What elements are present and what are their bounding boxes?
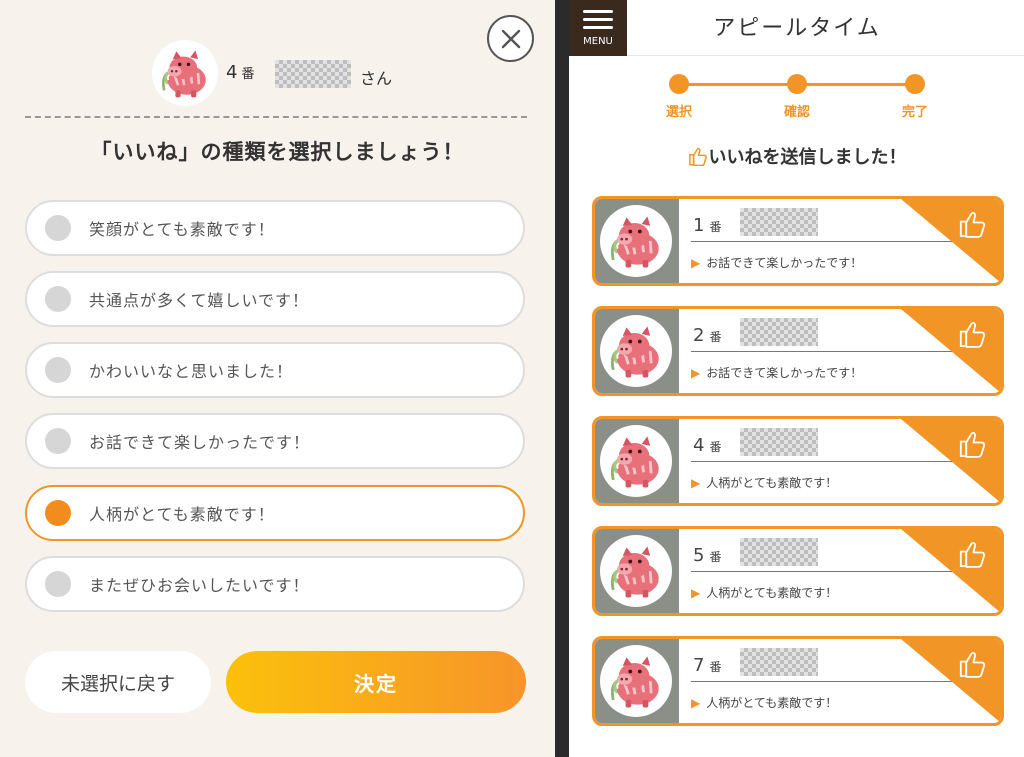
like-card[interactable]: 7番 ▶ 人柄がとても素敵です！ [592,636,1004,726]
card-number: 2番 [693,325,722,346]
participant-number: 4番 [226,62,255,83]
header-bar: MENU アピールタイム [569,0,1024,56]
option-5[interactable]: またぜひお会いしたいです！ [25,556,525,612]
appeal-time-panel: MENU アピールタイム 選択 確認 完了 いいねを送信しました！ 1番 ▶ お話… [569,0,1024,757]
avatar [152,40,218,106]
name-suffix: さん [360,69,393,88]
menu-button[interactable]: MENU [569,0,627,56]
radio-icon [45,571,71,597]
option-label: またぜひお会いしたいです！ [89,576,310,595]
name-mosaic [740,208,818,236]
triangle-icon: ▶ [691,256,701,270]
page-title: 「いいね」の種類を選択しましょう！ [90,140,465,164]
option-3[interactable]: お話できて楽しかったです！ [25,413,525,469]
option-4[interactable]: 人柄がとても素敵です！ [25,485,525,541]
option-1[interactable]: 共通点が多くて嬉しいです！ [25,271,525,327]
avatar [595,199,679,283]
triangle-icon: ▶ [691,586,701,600]
option-label: 人柄がとても素敵です！ [89,505,275,524]
like-card[interactable]: 2番 ▶ お話できて楽しかったです！ [592,306,1004,396]
like-card[interactable]: 1番 ▶ お話できて楽しかったです！ [592,196,1004,286]
divider [25,116,527,118]
step-label: 完了 [901,105,928,120]
name-mosaic [740,648,818,676]
option-2[interactable]: かわいいなと思いました！ [25,342,525,398]
reset-button[interactable]: 未選択に戻す [25,651,211,713]
card-number: 4番 [693,435,722,456]
like-corner [901,639,1001,723]
like-corner [901,529,1001,613]
step-dot [905,74,925,94]
like-corner [901,199,1001,283]
radio-icon [45,500,71,526]
like-selection-panel: 4番 さん 「いいね」の種類を選択しましょう！ 笑顔がとても素敵です！ 共通点が… [0,0,555,757]
thumbs-up-icon [688,147,707,167]
name-mosaic [740,428,818,456]
close-button[interactable] [487,15,534,62]
sent-message: いいねを送信しました！ [569,143,1024,169]
card-number: 7番 [693,655,722,676]
radio-icon [45,428,71,454]
like-corner [901,419,1001,503]
name-mosaic [740,318,818,346]
step-label: 確認 [783,105,810,120]
card-message: ▶ 人柄がとても素敵です！ [691,586,838,600]
avatar [595,309,679,393]
option-label: かわいいなと思いました！ [89,362,294,381]
triangle-icon: ▶ [691,696,701,710]
close-icon [501,29,520,48]
radio-icon [45,286,71,312]
card-message: ▶ お話できて楽しかったです！ [691,366,863,380]
hamburger-icon [583,10,613,13]
like-card[interactable]: 4番 ▶ 人柄がとても素敵です！ [592,416,1004,506]
avatar [595,419,679,503]
like-corner [901,309,1001,393]
option-label: お話できて楽しかったです！ [89,433,311,452]
card-message: ▶ 人柄がとても素敵です！ [691,476,838,490]
screen-title: アピールタイム [713,16,881,41]
name-mosaic [740,538,818,566]
name-mosaic [275,60,351,88]
option-0[interactable]: 笑顔がとても素敵です！ [25,200,525,256]
card-message: ▶ 人柄がとても素敵です！ [691,696,838,710]
step-label: 選択 [665,105,692,120]
option-label: 笑顔がとても素敵です！ [89,220,275,239]
triangle-icon: ▶ [691,366,701,380]
step-dot [669,74,689,94]
card-number: 5番 [693,545,722,566]
step-dot [787,74,807,94]
panel-divider [555,0,569,757]
confirm-button[interactable]: 決定 [226,651,526,713]
option-label: 共通点が多くて嬉しいです！ [89,291,310,310]
avatar [595,529,679,613]
avatar [595,639,679,723]
card-message: ▶ お話できて楽しかったです！ [691,256,863,270]
card-number: 1番 [693,215,722,236]
menu-label: MENU [583,36,613,47]
radio-icon [45,357,71,383]
triangle-icon: ▶ [691,476,701,490]
like-card[interactable]: 5番 ▶ 人柄がとても素敵です！ [592,526,1004,616]
radio-icon [45,215,71,241]
